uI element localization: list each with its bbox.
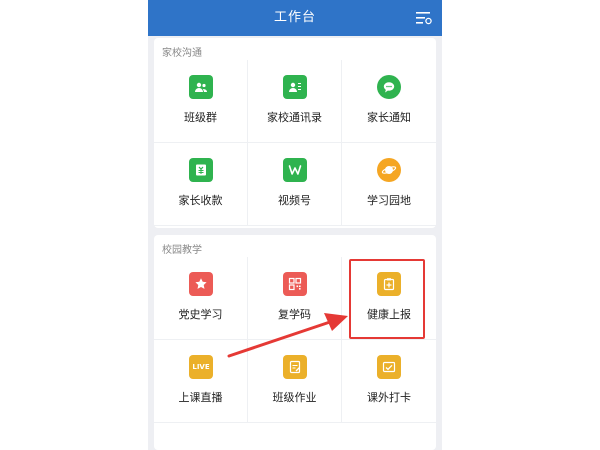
pointer-arrow-icon — [227, 313, 348, 358]
